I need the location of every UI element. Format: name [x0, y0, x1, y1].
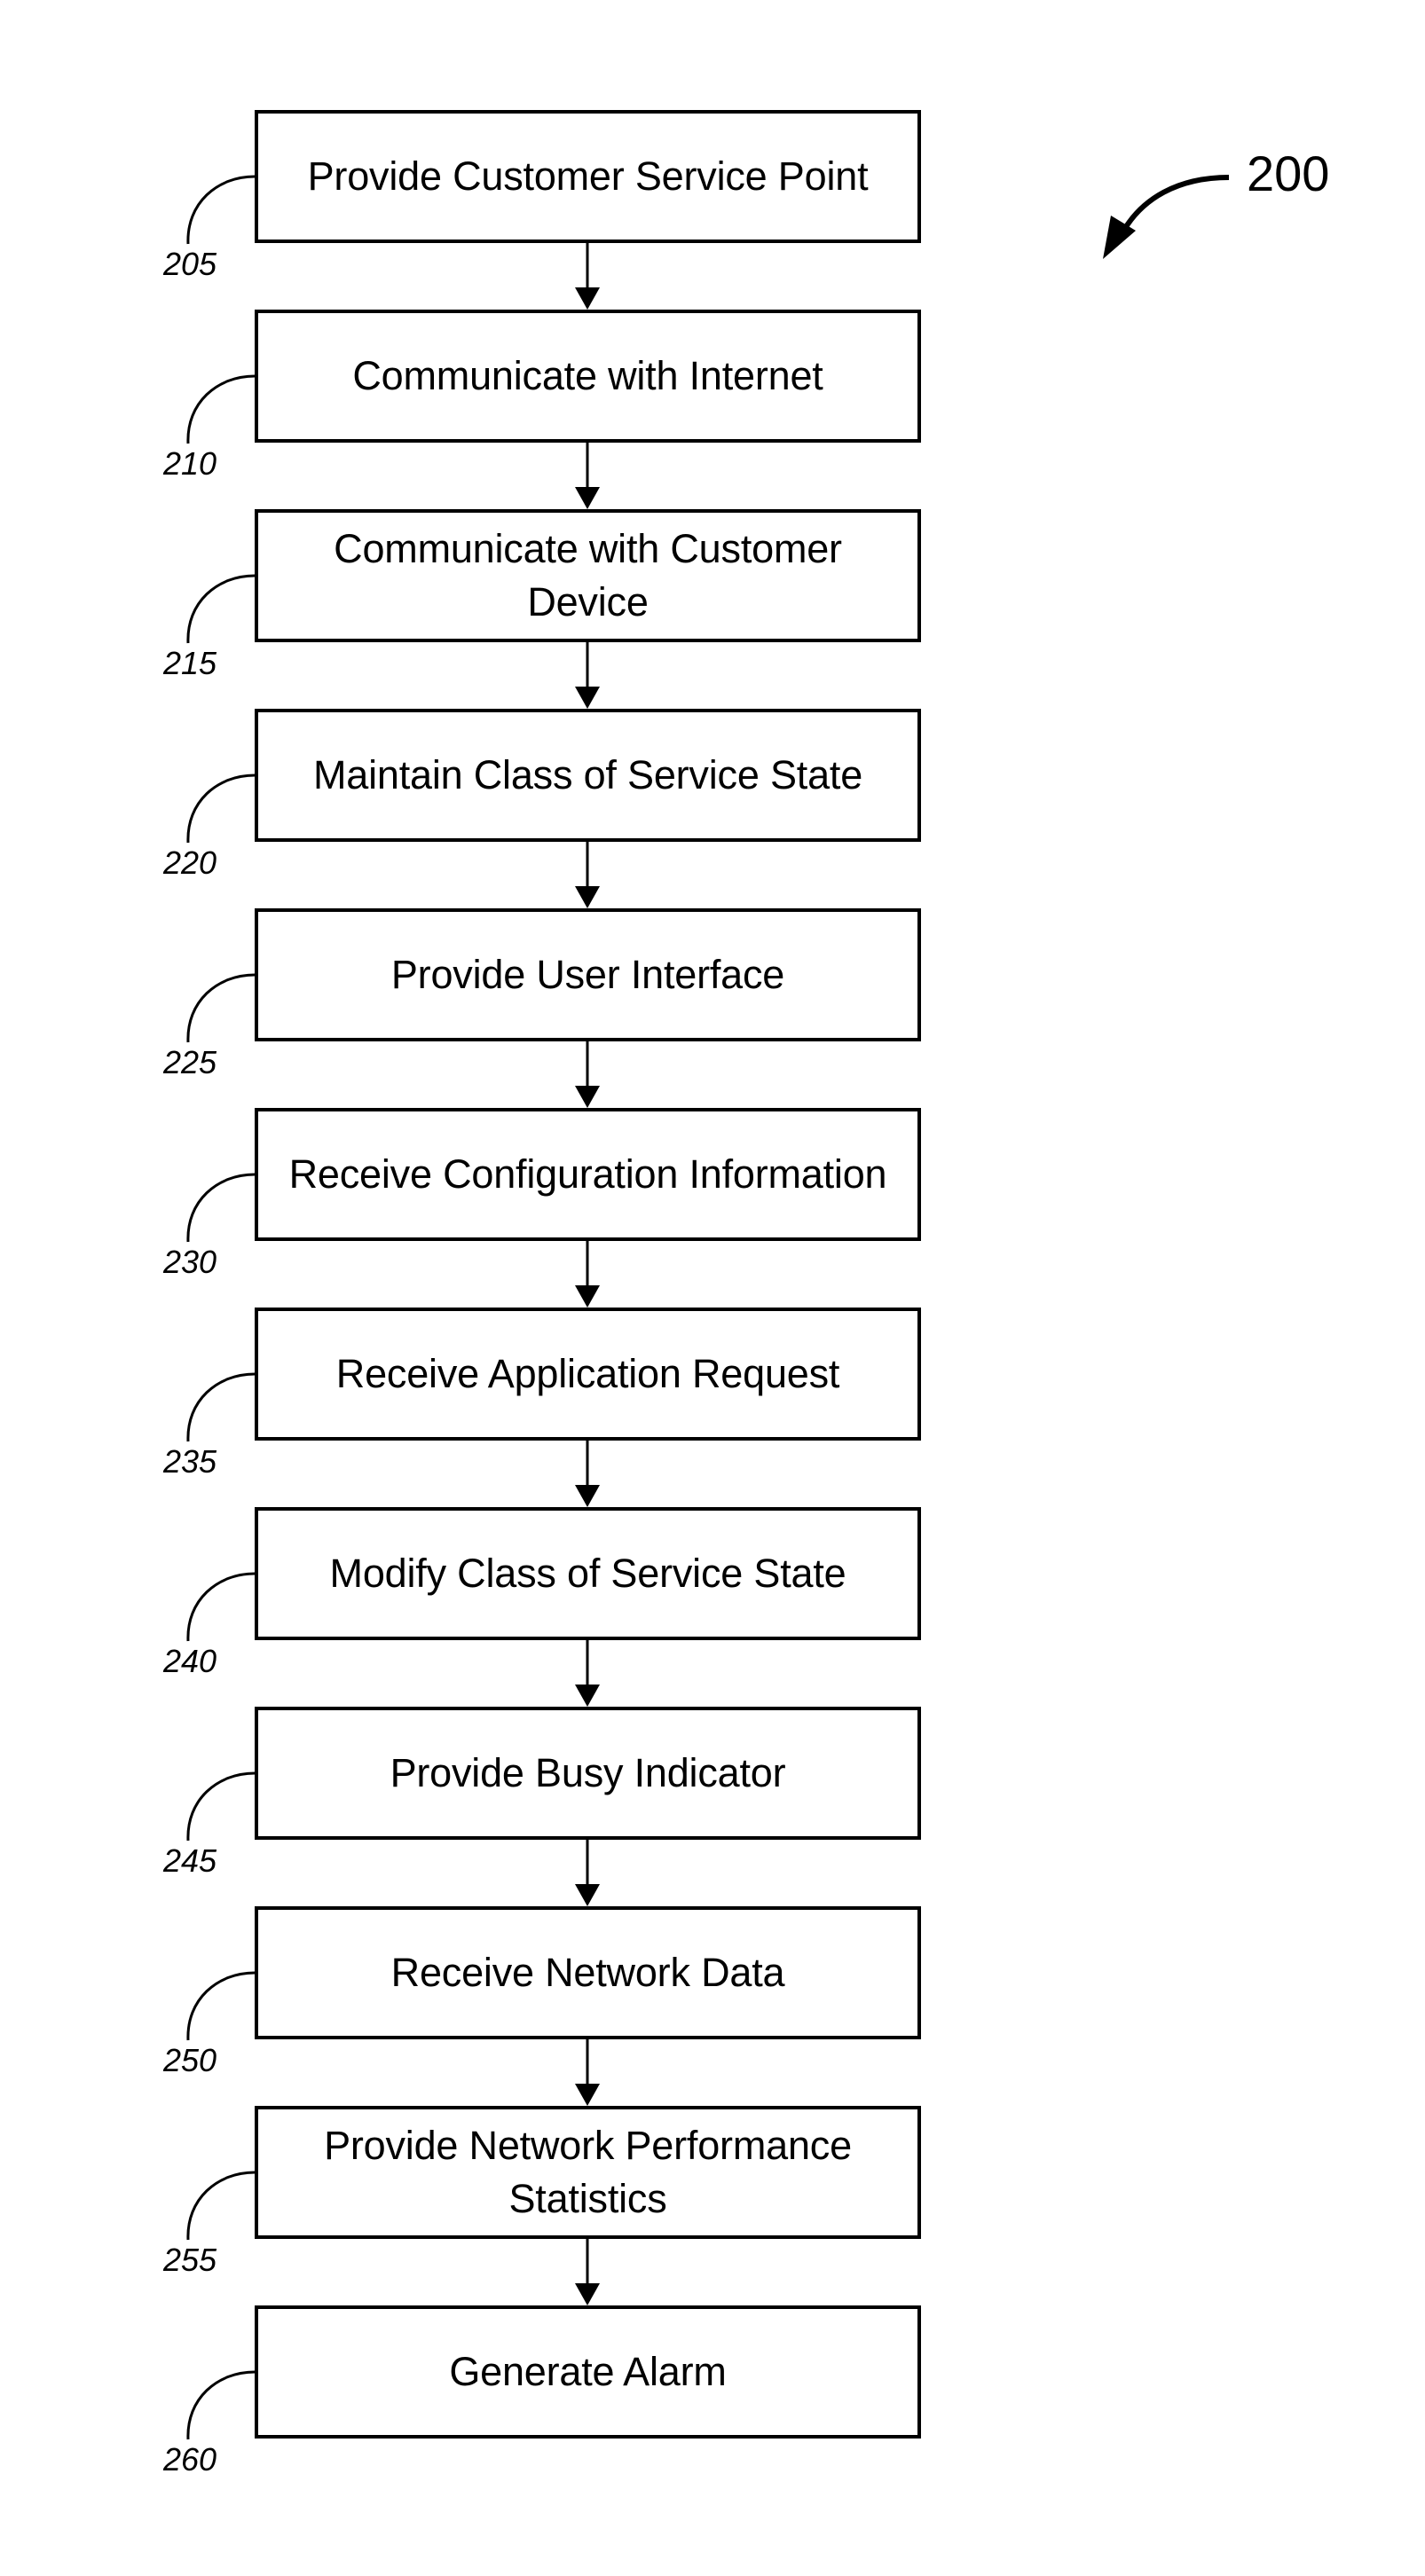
arrowhead-down-icon	[575, 886, 600, 908]
step-box-205: Provide Customer Service Point	[255, 110, 921, 243]
step-box-245: Provide Busy Indicator	[255, 1707, 921, 1840]
step-box-260: Generate Alarm	[255, 2305, 921, 2439]
leader-line	[186, 2171, 256, 2241]
step-box-240: Modify Class of Service State	[255, 1507, 921, 1640]
arrowhead-down-icon	[575, 2084, 600, 2106]
step-text: Modify Class of Service State	[329, 1551, 846, 1596]
leader-line	[186, 2370, 256, 2440]
flowchart: Provide Customer Service Point 205 Communi…	[0, 0, 1425, 2576]
arrowhead-down-icon	[575, 1884, 600, 1906]
step-box-215: Communicate with Customer Device	[255, 509, 921, 642]
step-box-250: Receive Network Data	[255, 1906, 921, 2039]
leader-line	[186, 1372, 256, 1442]
leader-line	[186, 1771, 256, 1842]
step-text: Receive Application Request	[335, 1351, 840, 1396]
step-ref-label: 225	[163, 1044, 217, 1080]
step-ref-label: 235	[163, 1443, 217, 1480]
step-box-210: Communicate with Internet	[255, 310, 921, 443]
arrowhead-down-icon	[575, 1285, 600, 1308]
figure-pointer-arrow	[1103, 175, 1230, 259]
leader-line	[186, 1173, 256, 1243]
arrowhead-down-icon	[575, 1685, 600, 1707]
step-box-230: Receive Configuration Information	[255, 1108, 921, 1241]
step-ref-label: 260	[163, 2441, 217, 2478]
step-ref-label: 210	[163, 445, 217, 482]
step-box-225: Provide User Interface	[255, 908, 921, 1041]
step-text: Communicate with Customer Device	[334, 526, 842, 624]
step-box-220: Maintain Class of Service State	[255, 709, 921, 842]
step-text: Communicate with Internet	[352, 353, 823, 398]
step-box-235: Receive Application Request	[255, 1308, 921, 1441]
step-ref-label: 220	[163, 844, 217, 881]
leader-line	[186, 1572, 256, 1642]
step-text: Generate Alarm	[449, 2349, 727, 2394]
step-ref-label: 250	[163, 2042, 217, 2078]
arrowhead-down-icon	[575, 287, 600, 310]
step-ref-label: 245	[163, 1842, 217, 1879]
step-text: Provide Network Performance Statistics	[324, 2123, 852, 2221]
arrowhead-down-icon	[575, 1086, 600, 1108]
arrowhead-down-icon	[575, 687, 600, 709]
step-ref-label: 230	[163, 1244, 217, 1280]
arrowhead-down-icon	[575, 2283, 600, 2305]
step-text: Provide User Interface	[390, 952, 785, 997]
step-text: Maintain Class of Service State	[312, 752, 863, 797]
arrowhead-down-icon	[575, 1485, 600, 1507]
leader-line	[186, 574, 256, 644]
arrowhead-down-icon	[575, 487, 600, 509]
step-ref-label: 205	[163, 246, 217, 282]
figure-pointer-curve	[1117, 175, 1230, 240]
figure-reference-label: 200	[1247, 145, 1330, 201]
step-box-255: Provide Network Performance Statistics	[255, 2106, 921, 2239]
step-ref-label: 240	[163, 1643, 217, 1679]
leader-line	[186, 774, 256, 844]
step-text: Receive Configuration Information	[288, 1151, 887, 1197]
leader-line	[186, 1971, 256, 2041]
step-ref-label: 215	[163, 645, 217, 681]
leader-line	[186, 374, 256, 444]
leader-line	[186, 973, 256, 1043]
step-text: Provide Customer Service Point	[307, 153, 869, 199]
step-text: Provide Busy Indicator	[390, 1750, 786, 1795]
leader-line	[186, 175, 256, 245]
step-text: Receive Network Data	[390, 1950, 785, 1995]
step-ref-label: 255	[163, 2242, 217, 2278]
